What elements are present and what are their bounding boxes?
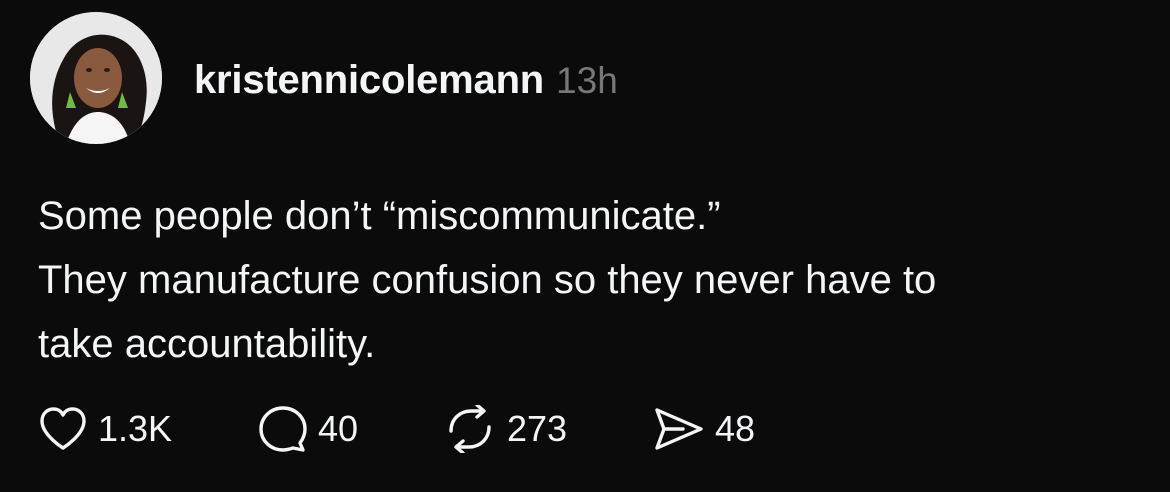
repost-arrows-icon bbox=[449, 405, 491, 453]
like-count: 1.3K bbox=[98, 408, 173, 449]
avatar[interactable] bbox=[30, 12, 162, 144]
share-button[interactable]: 48 bbox=[653, 406, 793, 452]
post-text-line: Some people don’t “miscommunicate.” bbox=[38, 194, 721, 238]
like-button[interactable]: 1.3K bbox=[38, 406, 258, 452]
post-text: Some people don’t “miscommunicate.” They… bbox=[38, 184, 1138, 376]
speech-bubble-icon bbox=[259, 406, 307, 452]
avatar-image bbox=[30, 12, 162, 144]
reply-count: 40 bbox=[318, 408, 359, 449]
heart-icon bbox=[40, 407, 86, 450]
post-text-line: They manufacture confusion so they never… bbox=[38, 258, 937, 302]
username-link[interactable]: kristennicolemann bbox=[194, 58, 544, 103]
repost-count: 273 bbox=[507, 408, 568, 449]
post-header: kristennicolemann 13h bbox=[194, 58, 618, 104]
thread-post: kristennicolemann 13h Some people don’t … bbox=[0, 0, 1170, 492]
paper-plane-icon bbox=[655, 408, 703, 450]
post-timestamp: 13h bbox=[556, 60, 618, 101]
action-bar: 1.3K 40 273 48 bbox=[38, 402, 793, 456]
post-text-line: take accountability. bbox=[38, 322, 376, 366]
reply-button[interactable]: 40 bbox=[258, 405, 443, 453]
repost-button[interactable]: 273 bbox=[443, 405, 653, 453]
share-count: 48 bbox=[715, 408, 756, 449]
